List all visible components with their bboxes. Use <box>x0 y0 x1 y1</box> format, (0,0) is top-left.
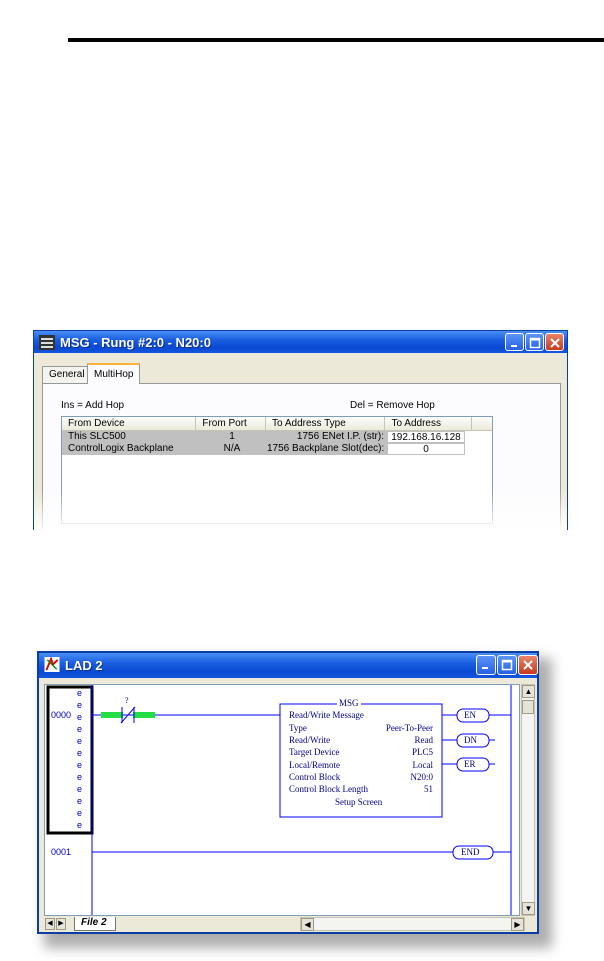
param-label: Read/Write <box>289 735 331 745</box>
to-address-input[interactable]: 0 <box>387 443 465 455</box>
param-value: Read <box>414 735 434 745</box>
vertical-scrollbar[interactable]: ▲ ▼ <box>521 684 535 916</box>
param-value: N20:0 <box>410 772 434 782</box>
rung-number-1[interactable]: 0001 <box>51 847 71 857</box>
cell-to-address-type: 1756 Backplane Slot(dec): <box>267 443 387 455</box>
msg-window: MSG - Rung #2:0 - N20:0 General MultiHop… <box>33 330 568 530</box>
rail-marker: e <box>77 784 83 794</box>
lad-window: LAD 2 e e e e e e e e e e e e 0000 0001 … <box>37 651 539 934</box>
param-label: Control Block <box>289 772 341 782</box>
hop-table-header: From Device From Port To Address Type To… <box>62 417 492 431</box>
close-button[interactable] <box>518 655 538 675</box>
msg-window-title: MSG - Rung #2:0 - N20:0 <box>60 334 211 350</box>
er-label: ER <box>464 759 476 769</box>
remove-hop-hint: Del = Remove Hop <box>350 400 435 411</box>
param-label: Type <box>289 723 307 733</box>
lad-titlebar[interactable]: LAD 2 <box>39 653 538 678</box>
header-rule <box>68 38 604 42</box>
param-label: Control Block Length <box>289 784 368 794</box>
rail-marker: e <box>77 772 83 782</box>
rung-margin-box <box>46 685 94 835</box>
param-label: Target Device <box>289 747 340 757</box>
en-label: EN <box>464 710 476 720</box>
prev-tab-button[interactable]: ◀ <box>45 918 55 930</box>
scroll-thumb[interactable] <box>522 700 534 714</box>
to-address-input[interactable]: 192.168.16.128 <box>387 431 465 443</box>
col-to-address[interactable]: To Address <box>385 417 473 431</box>
minimize-button[interactable] <box>505 333 524 351</box>
param-value: 51 <box>424 784 433 794</box>
hop-table: From Device From Port To Address Type To… <box>61 416 493 524</box>
cell-from-port: 1 <box>197 431 267 443</box>
rail-marker: e <box>77 688 83 698</box>
close-icon <box>550 338 560 348</box>
col-to-address-type[interactable]: To Address Type <box>266 417 386 431</box>
horizontal-scrollbar[interactable]: ◀ ▶ <box>300 917 525 931</box>
tab-general[interactable]: General <box>42 366 92 383</box>
rail-marker: e <box>77 736 83 746</box>
multihop-panel: Ins = Add Hop Del = Remove Hop From Devi… <box>42 383 561 530</box>
param-value: PLC5 <box>411 747 433 757</box>
file-tab[interactable]: File 2 <box>74 917 116 931</box>
tab-multihop[interactable]: MultiHop <box>87 363 141 384</box>
ladder-canvas[interactable]: e e e e e e e e e e e e 0000 0001 ? MSG … <box>44 684 520 916</box>
rail-marker: e <box>77 796 83 806</box>
msg-header: MSG <box>337 698 361 708</box>
msg-titlebar[interactable]: MSG - Rung #2:0 - N20:0 <box>34 331 567 353</box>
col-from-port[interactable]: From Port <box>196 417 267 431</box>
close-icon <box>523 660 533 670</box>
param-value: Peer-To-Peer <box>385 723 433 733</box>
sheet-tab-bar: ◀ ▶ File 2 ◀ ▶ <box>44 917 535 931</box>
minimize-icon <box>511 345 517 347</box>
close-button[interactable] <box>545 333 564 351</box>
end-label: END <box>461 847 480 857</box>
cell-to-address-type: 1756 ENet I.P. (str): <box>267 431 387 443</box>
scroll-left-button[interactable]: ◀ <box>301 918 314 931</box>
rail-marker: e <box>77 712 83 722</box>
dn-label: DN <box>464 735 477 745</box>
col-filler <box>472 417 492 431</box>
minimize-button[interactable] <box>476 655 496 675</box>
rail-marker: e <box>77 748 83 758</box>
maximize-button[interactable] <box>525 333 544 351</box>
cell-from-device: This SLC500 <box>62 431 197 443</box>
scroll-down-button[interactable]: ▼ <box>522 902 535 915</box>
minimize-icon <box>482 667 488 669</box>
contact-address: ? <box>125 696 129 705</box>
rail-marker: e <box>77 760 83 770</box>
rail-marker: e <box>77 808 83 818</box>
param-label: Local/Remote <box>289 760 340 770</box>
cell-from-device: ControlLogix Backplane <box>62 443 197 455</box>
msg-title: Read/Write Message <box>289 710 364 720</box>
next-tab-button[interactable]: ▶ <box>56 918 66 930</box>
lad-window-title: LAD 2 <box>65 658 103 673</box>
ladder-app-icon <box>44 657 60 672</box>
rail-marker: e <box>77 700 83 710</box>
rail-marker: e <box>77 820 83 830</box>
scroll-up-button[interactable]: ▲ <box>522 685 535 698</box>
rung-number-0[interactable]: 0000 <box>51 710 71 720</box>
rail-marker: e <box>77 724 83 734</box>
msg-app-icon <box>39 335 55 350</box>
col-from-device[interactable]: From Device <box>62 417 197 431</box>
scroll-right-button[interactable]: ▶ <box>511 918 524 931</box>
xio-contact[interactable] <box>101 706 155 724</box>
maximize-button[interactable] <box>497 655 517 675</box>
cell-from-port: N/A <box>197 443 267 455</box>
table-row[interactable]: ControlLogix Backplane N/A 1756 Backplan… <box>62 443 494 455</box>
setup-screen-link[interactable]: Setup Screen <box>335 797 382 807</box>
ladder-diagram <box>46 685 512 915</box>
add-hop-hint: Ins = Add Hop <box>61 400 125 411</box>
table-row[interactable]: This SLC500 1 1756 ENet I.P. (str): 192.… <box>62 431 494 443</box>
param-value: Local <box>412 760 434 770</box>
maximize-icon <box>501 659 513 671</box>
maximize-icon <box>529 337 541 349</box>
